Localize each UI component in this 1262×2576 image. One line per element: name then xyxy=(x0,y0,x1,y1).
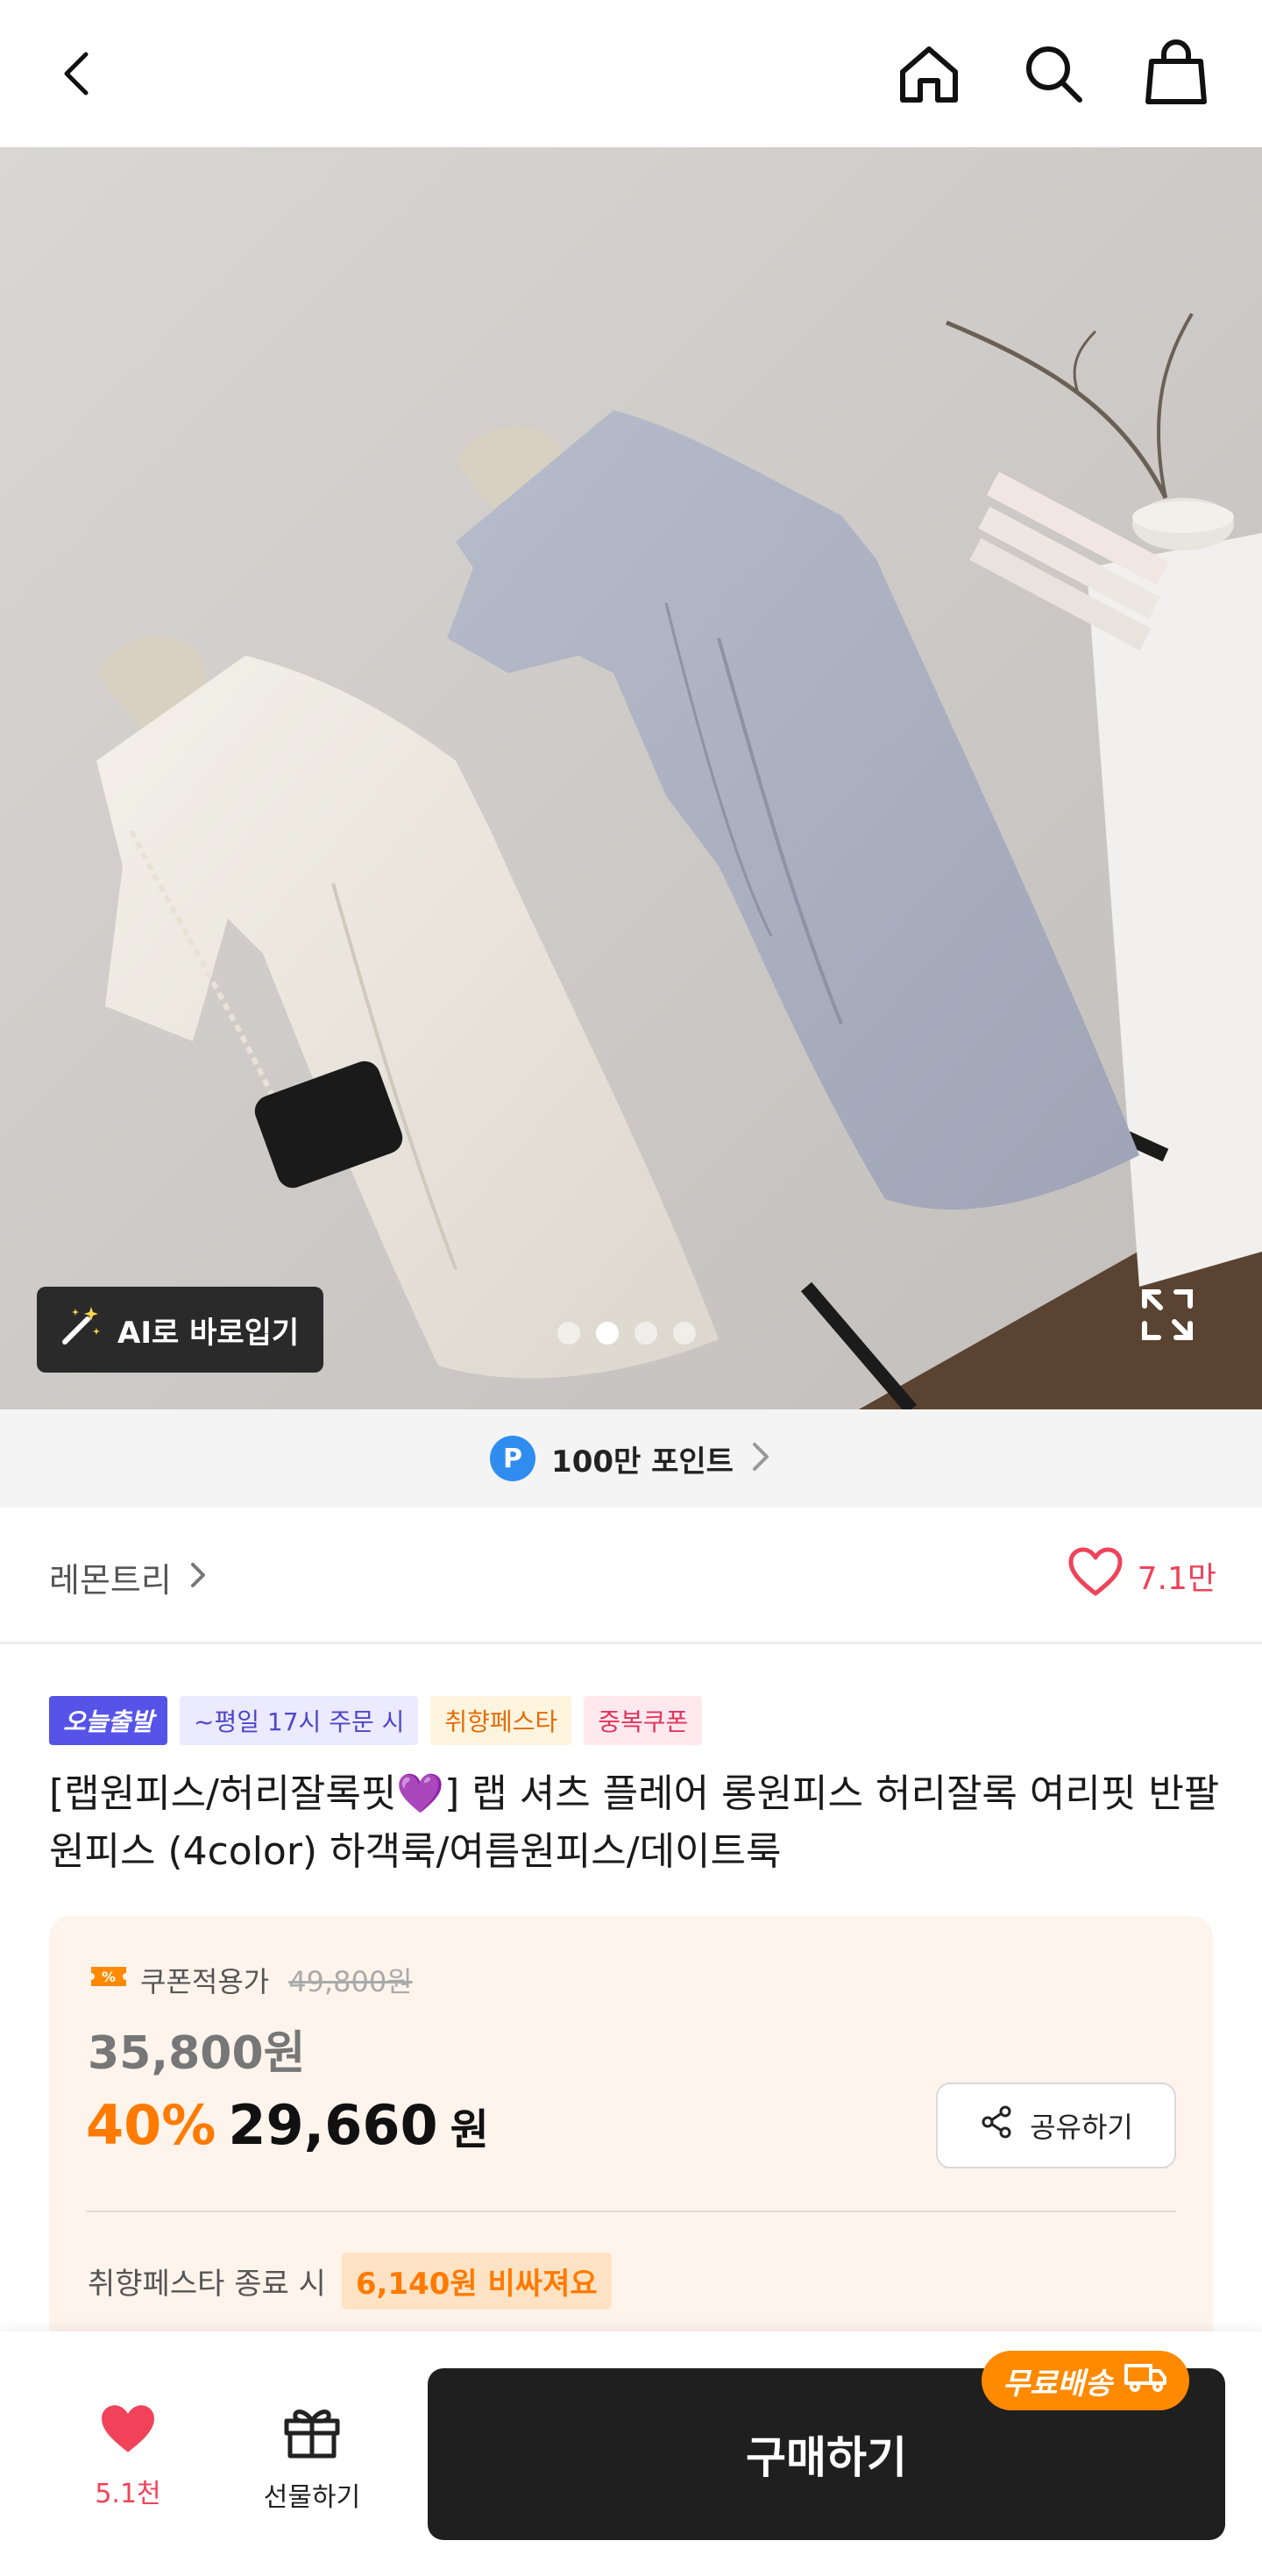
currency-unit: 원 xyxy=(450,2105,489,2154)
buy-label: 구매하기 xyxy=(746,2432,907,2483)
truck-icon xyxy=(1123,2360,1168,2402)
chevron-right-icon xyxy=(749,1441,772,1476)
carousel-dot-active[interactable] xyxy=(596,1322,619,1345)
points-banner[interactable]: P 100만 포인트 xyxy=(0,1409,1262,1508)
store-like-button[interactable]: 7.1만 xyxy=(1067,1546,1216,1605)
gift-icon xyxy=(281,2402,343,2466)
expand-icon[interactable] xyxy=(1136,1283,1199,1346)
product-title: [랩원피스/허리잘록핏💜] 랩 셔츠 플레어 롱원피스 허리잘록 여리핏 반팔원… xyxy=(49,1771,1220,1874)
carousel-indicator xyxy=(557,1322,696,1345)
original-price: 49,800원 xyxy=(288,1965,413,1998)
free-shipping-label: 무료배송 xyxy=(1003,2366,1113,2402)
badge-festa: 취향페스타 xyxy=(430,1696,572,1745)
gift-button[interactable]: 선물하기 xyxy=(251,2402,373,2514)
badge-today-shipping: 오늘출발 xyxy=(49,1696,168,1745)
share-label: 공유하기 xyxy=(1030,2111,1133,2144)
coupon-price-row: % 쿠폰적용가 49,800원 xyxy=(89,1960,413,2000)
svg-text:%: % xyxy=(102,1969,116,1985)
store-like-count: 7.1만 xyxy=(1137,1560,1216,1597)
product-image-carousel[interactable]: AI로 바로입기 xyxy=(0,147,1262,1409)
price-box: % 쿠폰적용가 49,800원 35,800원 40% 29,660 원 공유하… xyxy=(49,1916,1213,2354)
heart-outline-icon xyxy=(1067,1546,1124,1605)
sale-price: 35,800원 xyxy=(88,2027,306,2080)
coupon-icon: % xyxy=(89,1962,128,1998)
store-row: 레몬트리 7.1만 xyxy=(0,1508,1262,1644)
like-button[interactable]: 5.1천 xyxy=(75,2402,181,2510)
magic-wand-icon xyxy=(58,1303,103,1357)
search-icon[interactable] xyxy=(1015,35,1092,112)
top-nav-bar xyxy=(0,0,1262,147)
product-photo xyxy=(0,147,1262,1409)
festa-notice: 취향페스타 종료 시 6,140원 비싸져요 xyxy=(88,2253,612,2310)
ai-try-on-label: AI로 바로입기 xyxy=(117,1315,300,1351)
bottom-action-bar: 5.1천 선물하기 구매하기 무료배송 xyxy=(0,2331,1262,2576)
coupon-label: 쿠폰적용가 xyxy=(140,1965,270,1998)
gift-label: 선물하기 xyxy=(263,2482,361,2513)
back-icon[interactable] xyxy=(40,35,117,112)
point-badge-icon: P xyxy=(490,1436,536,1481)
points-label: 100만 포인트 xyxy=(551,1444,734,1480)
home-icon[interactable] xyxy=(890,35,968,112)
carousel-dot[interactable] xyxy=(557,1322,580,1345)
carousel-dot[interactable] xyxy=(635,1322,657,1345)
badge-duplicate-coupon: 중복쿠폰 xyxy=(584,1696,703,1745)
discount-percent: 40% xyxy=(86,2093,216,2157)
chevron-right-icon xyxy=(188,1558,209,1597)
share-button[interactable]: 공유하기 xyxy=(936,2083,1176,2168)
heart-filled-icon xyxy=(97,2402,159,2463)
carousel-dot[interactable] xyxy=(673,1322,696,1345)
share-icon xyxy=(979,2104,1014,2147)
free-shipping-badge: 무료배송 xyxy=(982,2351,1190,2410)
like-count: 5.1천 xyxy=(95,2479,161,2509)
final-price-row: 40% 29,660 원 xyxy=(86,2093,489,2157)
festa-label: 취향페스타 종료 시 xyxy=(88,2267,326,2302)
festa-warning: 6,140원 비싸져요 xyxy=(341,2253,612,2310)
ai-try-on-button[interactable]: AI로 바로입기 xyxy=(37,1287,324,1373)
badge-order-deadline: ~평일 17시 주문 시 xyxy=(180,1696,419,1745)
store-link[interactable]: 레몬트리 xyxy=(49,1553,209,1601)
shopping-bag-icon[interactable] xyxy=(1138,35,1215,112)
store-name: 레몬트리 xyxy=(49,1561,172,1600)
final-price: 29,660 xyxy=(228,2093,438,2157)
product-badges: 오늘출발 ~평일 17시 주문 시 취향페스타 중복쿠폰 xyxy=(49,1696,703,1745)
price-divider xyxy=(86,2211,1176,2212)
